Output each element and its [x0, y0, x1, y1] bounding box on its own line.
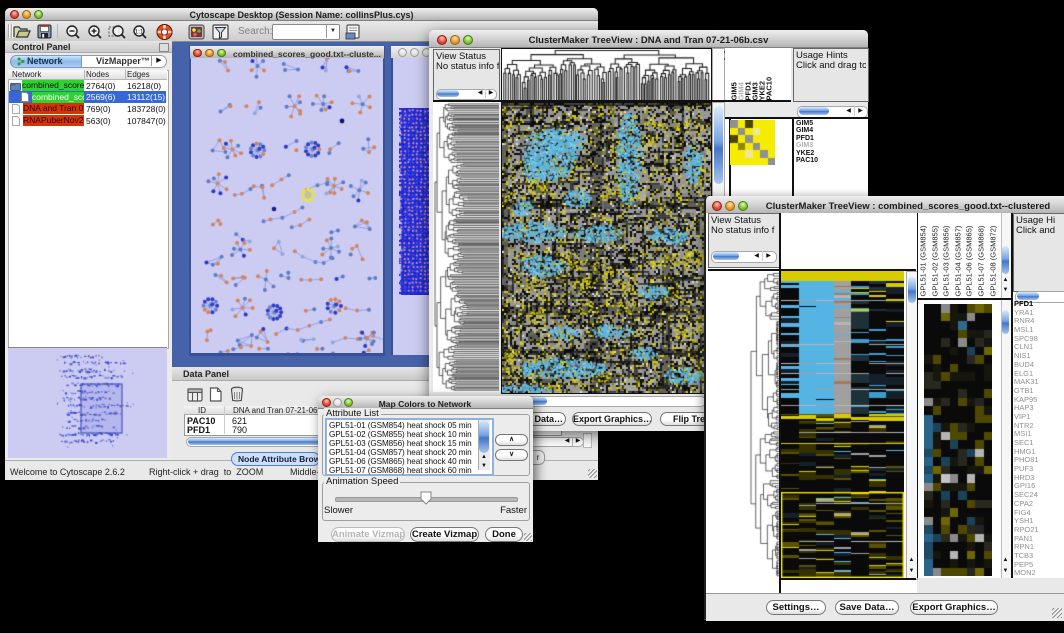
svg-text:1:1: 1:1 [134, 29, 143, 36]
